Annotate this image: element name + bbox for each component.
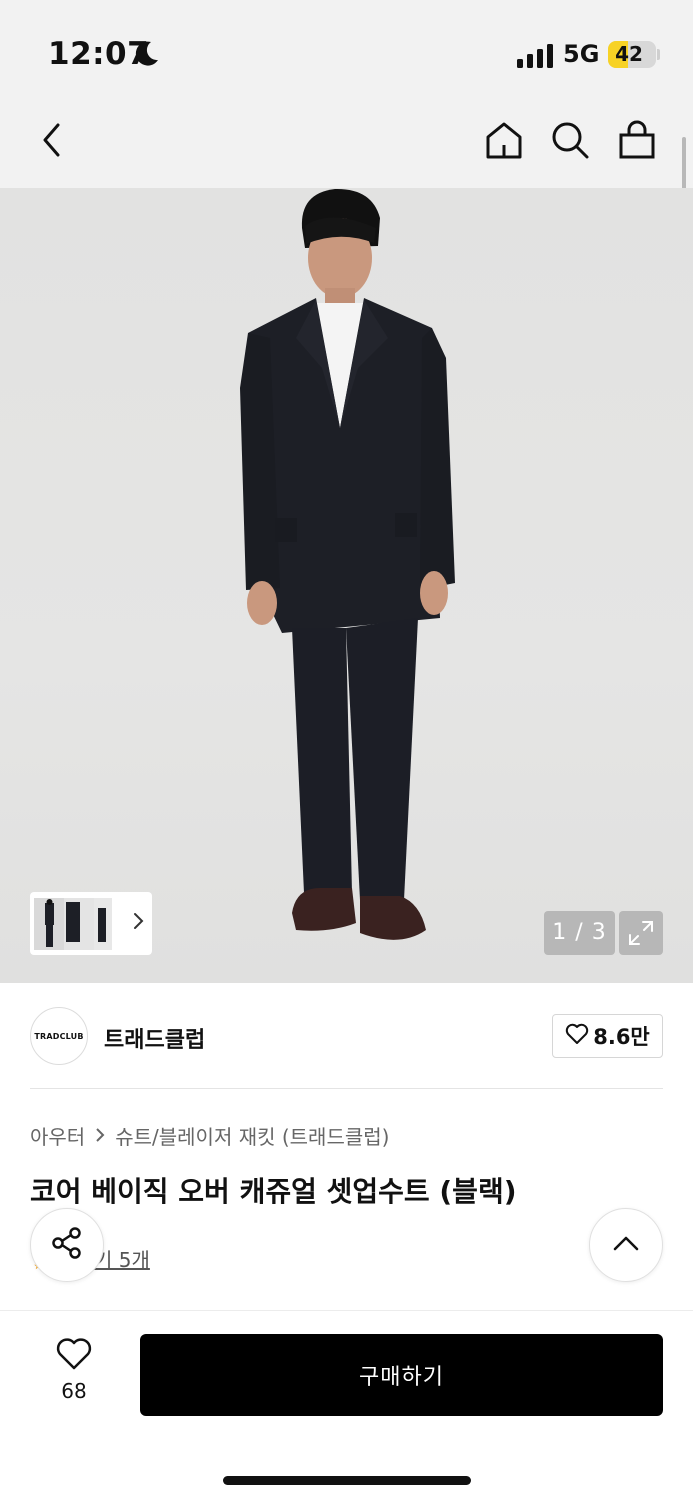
thumbnail-1[interactable]: [34, 897, 64, 950]
search-icon[interactable]: [548, 118, 592, 162]
bottom-purchase-bar: 68 구매하기: [0, 1310, 693, 1500]
battery-cap: [657, 49, 660, 60]
wishlist-button[interactable]: 68: [44, 1337, 104, 1407]
divider: [30, 1088, 663, 1089]
model-photo: [240, 188, 455, 940]
signal-bars-icon: [517, 44, 555, 68]
brand-name[interactable]: 트래드클럽: [104, 1022, 205, 1054]
thumbnail-strip[interactable]: [30, 892, 152, 955]
gallery-page-counter: 1 / 3: [544, 911, 615, 955]
share-button[interactable]: [30, 1208, 104, 1282]
thumbnail-2[interactable]: [64, 897, 94, 950]
breadcrumb-category[interactable]: 아우터: [30, 1121, 85, 1150]
network-type: 5G: [563, 40, 600, 68]
brand-like-button[interactable]: 8.6만: [552, 1014, 663, 1058]
chevron-up-icon: [612, 1234, 640, 1256]
buy-button[interactable]: 구매하기: [140, 1334, 663, 1416]
chevron-right-icon: [95, 1124, 105, 1148]
scroll-to-top-button[interactable]: [589, 1208, 663, 1282]
chevron-right-icon[interactable]: [132, 912, 144, 934]
status-bar: 12:07 5G 42: [0, 0, 693, 100]
heart-icon: [55, 1337, 93, 1375]
breadcrumb-subcategory[interactable]: 슈트/블레이저 재킷 (트래드클럽): [115, 1121, 389, 1150]
shopping-bag-icon[interactable]: [615, 118, 659, 162]
breadcrumb: 아우터 슈트/블레이저 재킷 (트래드클럽): [30, 1121, 389, 1150]
home-indicator[interactable]: [223, 1476, 471, 1485]
battery-percent: 42: [615, 42, 643, 66]
heart-icon: [565, 1023, 589, 1050]
brand-like-count: 8.6만: [593, 1025, 650, 1049]
wishlist-count: 68: [61, 1379, 87, 1403]
moon-icon: [134, 40, 160, 72]
expand-icon[interactable]: [619, 911, 663, 955]
home-icon[interactable]: [482, 118, 526, 162]
thumbnail-3[interactable]: [94, 897, 112, 950]
top-nav-bar: [0, 100, 693, 188]
brand-row[interactable]: TRADCLUB 트래드클럽 8.6만: [30, 1005, 663, 1067]
back-arrow-icon[interactable]: [30, 118, 74, 162]
battery-icon: 42: [608, 41, 656, 68]
share-icon: [49, 1225, 85, 1265]
product-title: 코어 베이직 오버 캐쥬얼 셋업수트 (블랙): [30, 1175, 517, 1208]
product-image[interactable]: 1 / 3: [0, 188, 693, 983]
brand-logo[interactable]: TRADCLUB: [30, 1007, 88, 1065]
